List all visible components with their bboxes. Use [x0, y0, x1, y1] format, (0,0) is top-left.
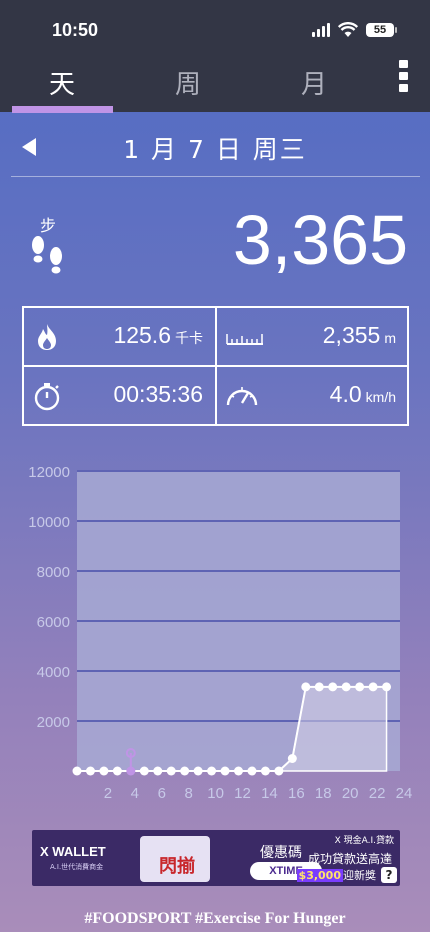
ad-loan-title: X 現金A.I.貸款 [334, 836, 394, 846]
wifi-icon [338, 22, 358, 37]
speedometer-icon [226, 387, 258, 406]
x-tick-label: 24 [396, 785, 413, 802]
data-point [207, 766, 217, 776]
distance-unit: m [384, 330, 396, 346]
x-tick-label: 16 [288, 785, 305, 802]
data-point [274, 766, 284, 776]
duration-cell: 00:35:36 [24, 367, 215, 424]
speed-cell: 4.0 km/h [217, 367, 408, 424]
battery-icon: 55 [366, 23, 397, 37]
duration-value: 00:35:36 [113, 381, 203, 407]
distance-value: 2,355 [322, 322, 381, 348]
ad-loan-line2: $3,000 迎新獎 [296, 867, 376, 883]
y-tick-label: 4000 [37, 664, 70, 681]
calories-value: 125.6 [113, 322, 171, 348]
x-tick-label: 18 [315, 785, 332, 802]
speed-unit: km/h [365, 389, 396, 405]
tab-day[interactable]: 天 [12, 64, 112, 101]
more-menu-icon[interactable] [399, 60, 409, 92]
steps-count: 3,365 [232, 201, 408, 279]
x-tick-label: 12 [234, 785, 251, 802]
ad-loan-amount: $3,000 [296, 869, 343, 882]
cellular-signal-icon [312, 23, 330, 37]
ad-code-label: 優惠碼 [260, 845, 302, 861]
data-point [260, 766, 270, 776]
stats-grid: 125.6 千卡 2,355 m 00:35:36 4.0 km/h [22, 306, 409, 426]
y-tick-label: 2000 [37, 714, 70, 731]
date-row: 1 月 7 日 周三 [0, 126, 430, 170]
tab-month[interactable]: 月 [264, 64, 364, 101]
ruler-icon [226, 334, 263, 345]
data-point [220, 766, 230, 776]
x-tick-label: 4 [131, 785, 139, 802]
speed-value: 4.0 [329, 381, 362, 407]
distance-cell: 2,355 m [217, 308, 408, 365]
ad-product-name: 閃揃 [159, 856, 195, 877]
data-point [287, 754, 297, 763]
x-tick-label: 2 [104, 785, 112, 802]
data-point [85, 766, 95, 776]
data-point [99, 766, 109, 776]
ad-brand-subtitle: A.I.世代消費商金 [50, 863, 104, 871]
steps-label: 步 [40, 216, 57, 235]
data-point [126, 766, 136, 776]
data-point [72, 766, 82, 776]
x-tick-label: 14 [261, 785, 278, 802]
status-time: 10:50 [52, 20, 99, 40]
data-point [193, 766, 203, 776]
stopwatch-icon [34, 383, 60, 411]
calories-cell: 125.6 千卡 [24, 308, 215, 365]
tab-week[interactable]: 周 [138, 64, 238, 101]
data-point [355, 682, 365, 692]
active-tab-indicator [12, 106, 113, 113]
footer-hashtags: #FOODSPORT #Exercise For Hunger [84, 910, 346, 927]
data-point [247, 766, 257, 776]
footprints-icon [32, 236, 62, 274]
data-point [328, 682, 338, 692]
y-tick-label: 12000 [28, 464, 70, 481]
data-point [341, 682, 351, 692]
flame-icon [38, 324, 56, 350]
ad-brand: X WALLET [40, 844, 106, 859]
date-label: 1 月 7 日 周三 [123, 135, 307, 164]
y-tick-label: 8000 [37, 564, 70, 581]
data-point [112, 766, 122, 776]
data-point [382, 682, 392, 692]
data-point [166, 766, 176, 776]
ad-banner[interactable]: X WALLET A.I.世代消費商金 閃揃 優惠碼 XTIME X 現金A.I… [32, 830, 400, 886]
divider [11, 176, 420, 177]
status-icons: 55 [312, 22, 397, 38]
data-point [153, 766, 163, 776]
y-tick-label: 6000 [37, 614, 70, 631]
x-tick-label: 6 [158, 785, 166, 802]
data-point [301, 682, 311, 692]
hourly-steps-chart: 120001000080006000400020002 4 6 8 10 12 14 16 18… [28, 464, 413, 802]
x-tick-label: 22 [369, 785, 386, 802]
data-point [180, 766, 190, 776]
data-point [368, 682, 378, 692]
x-tick-label: 20 [342, 785, 359, 802]
ad-loan-line1: 成功貸款送高達 [307, 852, 392, 866]
x-tick-label: 10 [207, 785, 224, 802]
ad-help-icon[interactable]: ? [381, 867, 397, 883]
data-point [234, 766, 243, 776]
data-point [314, 682, 324, 692]
data-point [139, 766, 149, 776]
calories-unit: 千卡 [175, 330, 203, 346]
ad-loan-suffix: 迎新獎 [343, 869, 376, 882]
x-tick-label: 8 [184, 785, 192, 802]
y-tick-label: 10000 [28, 514, 70, 531]
